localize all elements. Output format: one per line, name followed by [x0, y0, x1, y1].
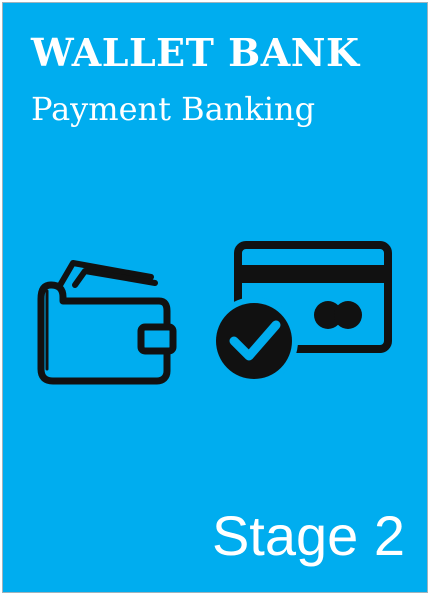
stage-label: Stage 2 — [211, 504, 405, 567]
brand-title: WALLET BANK — [31, 30, 360, 75]
credit-card-verified-icon — [210, 241, 392, 385]
wallet-icon — [37, 260, 177, 385]
cover-card: WALLET BANK Payment Banking Stage 2 — [2, 2, 428, 593]
brand-subtitle: Payment Banking — [31, 90, 316, 128]
